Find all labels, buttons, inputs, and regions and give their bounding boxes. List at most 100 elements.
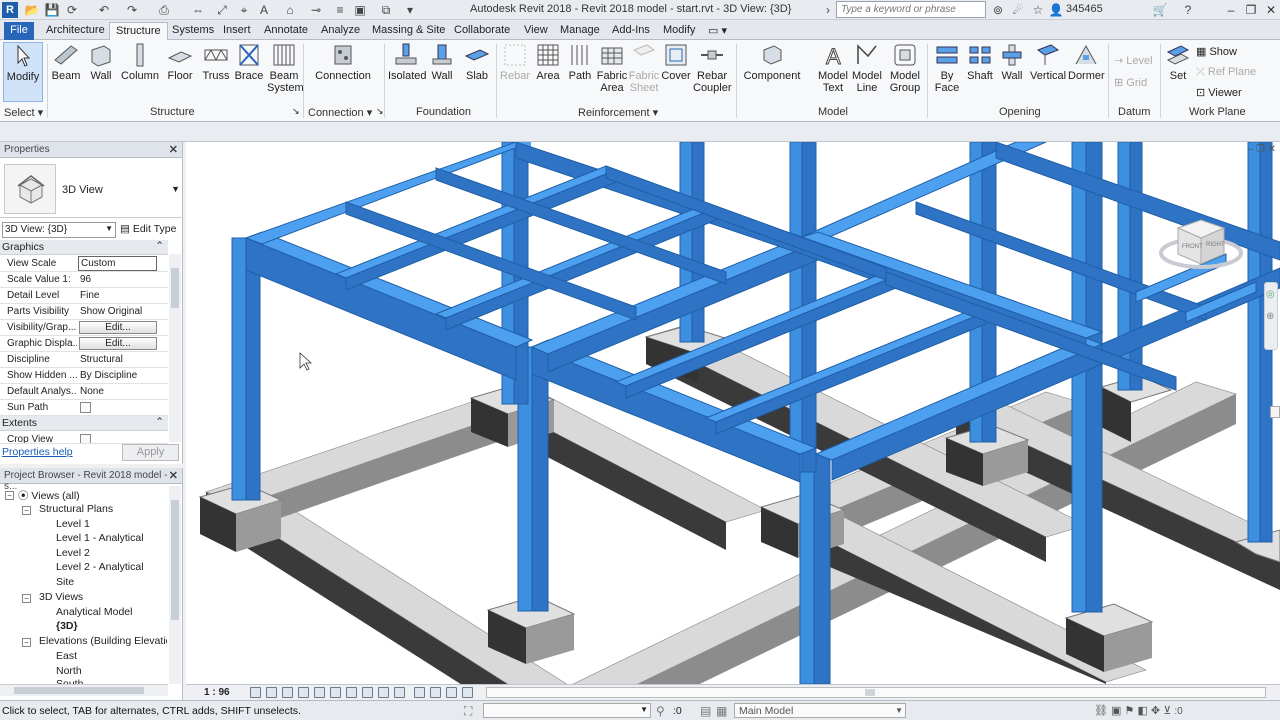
close-view-icon[interactable]: ✕ — [1268, 144, 1276, 155]
navigation-bar[interactable]: ◎ ⊕ — [1264, 282, 1278, 350]
visual-style-icon[interactable] — [266, 687, 277, 698]
select-by-face-icon[interactable]: ◧ — [1137, 705, 1147, 717]
structural-model-render[interactable] — [186, 142, 1280, 684]
help-icon[interactable]: ? — [1180, 2, 1196, 18]
restore-view-icon[interactable]: ❐ — [1256, 144, 1265, 155]
sync-icon[interactable]: ⟳ — [64, 2, 80, 18]
steering-wheel-icon[interactable]: ◎ — [1266, 289, 1275, 300]
default-analysis-field[interactable]: None — [80, 386, 166, 397]
chevron-down-icon[interactable]: ▼ — [171, 184, 180, 194]
undo-icon[interactable]: ↶ — [96, 2, 112, 18]
thin-lines-icon[interactable]: ≡ — [332, 2, 348, 18]
tab-collaborate[interactable]: Collaborate — [448, 22, 516, 40]
measure-icon[interactable]: ⇔ — [190, 2, 206, 18]
shaft-button[interactable]: Shaft — [966, 42, 994, 82]
edit-type-button[interactable]: ▤ Edit Type — [120, 223, 176, 235]
customize-qat-icon[interactable]: ▾ — [402, 2, 418, 18]
scale-value-field[interactable]: 96 — [80, 274, 166, 285]
tab-annotate[interactable]: Annotate — [258, 22, 314, 40]
redo-icon[interactable]: ↷ — [124, 2, 140, 18]
show-crop-region-icon[interactable] — [346, 687, 357, 698]
sun-path-icon[interactable] — [282, 687, 293, 698]
tree-level-2[interactable]: Level 2 — [56, 547, 90, 559]
model-line-button[interactable]: Model Line — [851, 42, 883, 94]
tree-analytical-model[interactable]: Analytical Model — [56, 606, 132, 618]
crop-view-checkbox[interactable] — [80, 434, 91, 443]
design-options-icon[interactable]: ▤ — [700, 704, 711, 718]
reinforcement-panel-label[interactable]: Reinforcement ▾ — [578, 106, 658, 119]
area-reinforcement-button[interactable]: Area — [534, 42, 562, 82]
shadows-icon[interactable] — [298, 687, 309, 698]
brace-button[interactable]: Brace — [234, 42, 264, 82]
beam-system-button[interactable]: Beam System — [267, 42, 304, 94]
close-hidden-icon[interactable]: ▣ — [352, 2, 368, 18]
save-icon[interactable]: 💾 — [44, 2, 60, 18]
select-pinned-icon[interactable]: ⚑ — [1125, 705, 1135, 717]
tab-modify[interactable]: Modify — [657, 22, 701, 40]
section-icon[interactable]: ⊸ — [308, 2, 324, 18]
reveal-hidden-icon[interactable] — [394, 687, 405, 698]
expand-arrow-icon[interactable]: › — [820, 2, 836, 18]
fabric-area-button[interactable]: Fabric Area — [596, 42, 628, 94]
text-icon[interactable]: A — [256, 2, 272, 18]
tree-3d-current[interactable]: {3D} — [56, 620, 78, 632]
sun-path-checkbox[interactable] — [80, 402, 91, 413]
tab-manage[interactable]: Manage — [554, 22, 606, 40]
design-option-selector[interactable]: Main Model ▼ — [734, 703, 906, 718]
select-links-icon[interactable]: ⛓ — [1094, 705, 1108, 717]
maximize-button[interactable]: ❐ — [1242, 1, 1260, 19]
connection-button[interactable]: Connection — [313, 42, 373, 82]
level-button[interactable]: ⇢ Level — [1114, 54, 1153, 67]
3d-viewport[interactable]: FRONT RIGHT – ❐ ✕ ◎ ⊕ — [186, 142, 1280, 684]
horizontal-scrollbar[interactable] — [486, 687, 1266, 698]
zoom-icon[interactable]: ⊕ — [1266, 311, 1274, 322]
tab-massing-site[interactable]: Massing & Site — [366, 22, 451, 40]
analytical-model-icon[interactable] — [446, 687, 457, 698]
tab-view[interactable]: View — [518, 22, 554, 40]
tree-north[interactable]: North — [56, 665, 82, 677]
visibility-edit-button[interactable]: Edit... — [79, 321, 157, 334]
tag-icon[interactable]: ⌖ — [236, 2, 252, 18]
favorites-star-icon[interactable]: ☆ — [1030, 2, 1046, 18]
tab-architecture[interactable]: Architecture — [40, 22, 111, 40]
wall-button[interactable]: Wall — [86, 42, 116, 82]
model-group-button[interactable]: Model Group — [887, 42, 923, 94]
collapse-toggle-icon[interactable]: − — [5, 491, 14, 500]
model-text-button[interactable]: A Model Text — [816, 42, 850, 95]
apply-button[interactable]: Apply — [122, 444, 179, 461]
graphic-display-edit-button[interactable]: Edit... — [79, 337, 157, 350]
render-icon[interactable] — [314, 687, 325, 698]
close-icon[interactable]: ✕ — [169, 143, 178, 156]
crop-view-icon[interactable] — [330, 687, 341, 698]
ribbon-options-icon[interactable]: ▭ ▾ — [702, 22, 733, 40]
select-panel-label[interactable]: Select ▾ — [4, 106, 43, 119]
wall-opening-button[interactable]: Wall — [998, 42, 1026, 82]
connection-panel-label[interactable]: Connection ▾ — [308, 106, 372, 119]
view-instance-selector[interactable]: 3D View: {3D} ▼ — [2, 222, 116, 238]
view-window-controls[interactable]: – ❐ ✕ — [1248, 144, 1276, 155]
aligned-dimension-icon[interactable]: ⤢ — [214, 2, 230, 18]
discipline-field[interactable]: Structural — [80, 354, 166, 365]
fabric-sheet-button[interactable]: Fabric Sheet — [628, 42, 660, 94]
beam-button[interactable]: Beam — [50, 42, 82, 82]
scroll-thumb[interactable] — [14, 687, 144, 694]
show-workplane-button[interactable]: ▦ Show — [1196, 45, 1237, 58]
grid-button[interactable]: ⊞ Grid — [1114, 76, 1147, 89]
wall-foundation-button[interactable]: Wall — [428, 42, 456, 82]
close-button[interactable]: ✕ — [1262, 1, 1280, 19]
search-input[interactable]: Type a keyword or phrase — [836, 1, 986, 18]
tab-add-ins[interactable]: Add-Ins — [606, 22, 656, 40]
highlight-displacement-icon[interactable] — [462, 687, 473, 698]
truss-button[interactable]: Truss — [201, 42, 231, 82]
ref-plane-button[interactable]: ⤫ Ref Plane — [1196, 66, 1256, 79]
type-selector[interactable]: 3D View ▼ — [0, 160, 183, 218]
print-icon[interactable]: ⎙ — [156, 2, 172, 18]
close-icon[interactable]: ✕ — [169, 469, 178, 482]
cart-icon[interactable]: 🛒 — [1152, 2, 1168, 18]
temporary-hide-icon[interactable] — [378, 687, 389, 698]
select-underlay-icon[interactable]: ▣ — [1111, 705, 1121, 717]
minimize-view-icon[interactable]: – — [1248, 144, 1254, 155]
tree-level-1[interactable]: Level 1 — [56, 518, 90, 530]
minimize-button[interactable]: – — [1222, 1, 1240, 19]
vertical-scrollbar[interactable] — [1270, 406, 1280, 418]
